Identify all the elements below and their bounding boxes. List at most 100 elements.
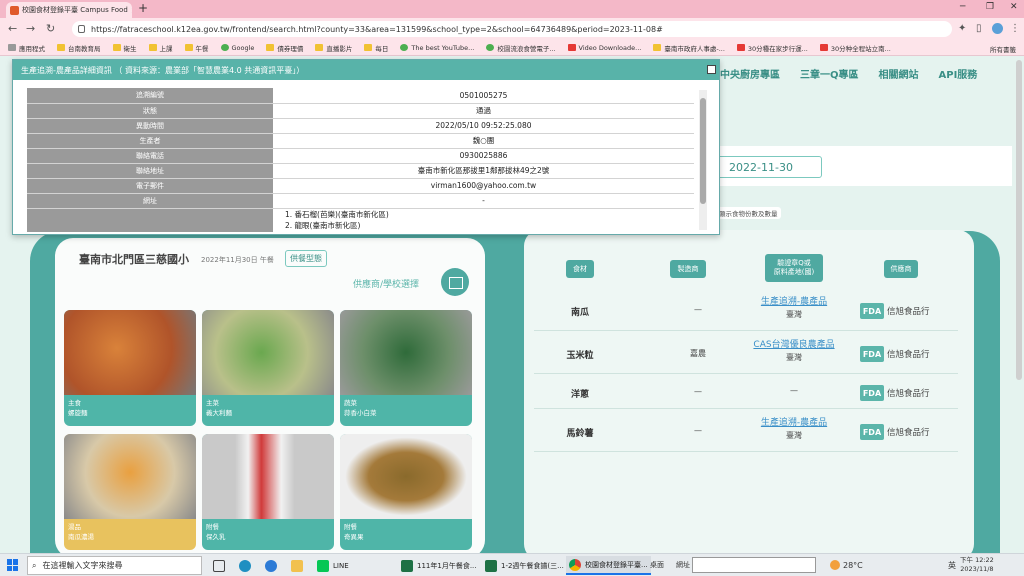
desktop-toolbar[interactable]: 桌面 (650, 560, 664, 570)
fda-badge[interactable]: FDA (860, 303, 884, 319)
portion-filter-select[interactable]: 顯示食物份數及數量 (716, 207, 781, 219)
maximize-icon[interactable]: ❐ (986, 2, 994, 12)
traceability-link[interactable]: 生產追溯-農產品 (744, 417, 844, 430)
ingredient-row: 南瓜 — 生產追溯-農產品 臺灣 FDA 信旭食品行 (534, 293, 958, 331)
address-bar: ← → ↻ https://fatraceschool.k12ea.gov.tw… (0, 18, 1024, 40)
bookmark-item[interactable]: 每日 (364, 43, 388, 53)
bookmark-item[interactable]: 校園流浪食營電子... (486, 43, 556, 53)
bookmark-item[interactable]: 上課 (148, 43, 173, 53)
new-tab-icon[interactable]: + (138, 1, 148, 15)
header-supplier: 供應商 (884, 260, 918, 278)
browser-tab-bar: 校園食材登錄平臺 Campus Food × + ─ ❐ ✕ (0, 0, 1024, 18)
bookmark-item[interactable]: 直播影片 (315, 43, 352, 53)
meal-type-button[interactable]: 供餐型態 (285, 250, 327, 267)
dish-card[interactable]: 主菜 義大利麵 (202, 310, 334, 426)
taskbar-app-excel-1[interactable]: 111年1月午餐食... (398, 556, 480, 575)
header-ingredient: 食材 (566, 260, 594, 278)
url-input[interactable]: https://fatraceschool.k12ea.gov.tw/front… (72, 21, 952, 37)
top-navigation: 學校中央廚房專區 三章一Q專區 相關網站 API服務 (700, 66, 977, 81)
dish-card[interactable]: 附餐 奇異果 (340, 434, 472, 550)
dish-card[interactable]: 附餐 保久乳 (202, 434, 334, 550)
dish-card[interactable]: 主食 螺旋麵 (64, 310, 196, 426)
bookmark-item[interactable]: 債券理債 (266, 43, 303, 53)
google-icon (220, 44, 229, 51)
bookmark-item[interactable]: 30分種在家步行運... (736, 43, 808, 53)
product-item: 2. 龍眼(臺南市新化區) (285, 220, 361, 230)
nav-api-service[interactable]: API服務 (939, 66, 978, 81)
folder-icon (315, 44, 324, 51)
ingredients-card: 食材 製造商 驗證章Q或 原料產地(國) 供應商 南瓜 — 生產追溯-農產品 臺灣… (524, 230, 974, 553)
dish-photo (340, 310, 472, 395)
nav-related-sites[interactable]: 相關網站 (879, 66, 919, 81)
dish-card[interactable]: 蔬菜 蒜香小白菜 (340, 310, 472, 426)
system-clock[interactable]: 下午 12:22 2023/11/8 (960, 556, 994, 574)
supplier-school-link[interactable]: 供應商/學校選擇 (353, 277, 419, 290)
bookmarks-bar: 應用程式 台南教育局 衛生 上課 午餐 Google 債券理債 直播影片 每日 … (0, 40, 1024, 56)
bookmark-item[interactable]: 應用程式 (8, 43, 45, 53)
excel-icon (485, 559, 497, 572)
bookmark-item[interactable]: The best YouTube... (400, 44, 474, 52)
taskbar-search-input[interactable]: ⌕ 在這裡輸入文字來搜尋 (27, 556, 202, 575)
modal-close-button[interactable] (707, 65, 716, 74)
detail-row: 1. 番石榴(芭樂)(臺南市新化區) 2. 龍眼(臺南市新化區) (27, 208, 694, 232)
traceability-link[interactable]: 生產追溯-農產品 (744, 296, 844, 309)
dish-photo (202, 310, 334, 395)
bookmark-item[interactable]: 午餐 (184, 43, 209, 53)
bookmark-item[interactable]: 台南教育局 (57, 43, 101, 53)
all-bookmarks-link[interactable]: 所有書籤 (990, 44, 1016, 54)
back-icon[interactable]: ← (8, 22, 17, 35)
forward-icon[interactable]: → (26, 22, 35, 35)
nav-three-seals[interactable]: 三章一Q專區 (800, 66, 859, 81)
minimize-icon[interactable]: ─ (960, 2, 965, 12)
dish-photo (64, 310, 196, 395)
header-certification: 驗證章Q或 原料產地(國) (765, 254, 823, 282)
fda-badge[interactable]: FDA (860, 346, 884, 362)
fda-badge[interactable]: FDA (860, 385, 884, 401)
header-manufacturer: 製造商 (670, 260, 706, 278)
site-icon (400, 44, 409, 51)
detail-row: 追溯編號 0501005275 (27, 88, 694, 104)
detail-row: 異動時間 2022/05/10 09:52:25.080 (27, 118, 694, 134)
bookmark-item[interactable]: 30分种全程站立南... (819, 43, 891, 53)
extensions-icon[interactable]: ✦ (958, 23, 966, 34)
ingredient-row: 馬鈴薯 — 生產追溯-農產品 臺灣 FDA 信旭食品行 (534, 414, 958, 452)
bookmark-item[interactable]: 臺南市政府人事處-... (653, 43, 725, 53)
store-icon[interactable] (441, 268, 469, 296)
reload-icon[interactable]: ↻ (46, 22, 55, 35)
ie-icon[interactable] (262, 556, 280, 575)
edge-icon[interactable] (236, 556, 254, 575)
bookmark-item[interactable]: Google (220, 44, 254, 52)
detail-row: 狀態 通過 (27, 103, 694, 119)
address-toolbar-input[interactable] (692, 557, 816, 573)
page-scrollbar[interactable] (1016, 60, 1022, 380)
dish-card[interactable]: 湯品 南瓜濃湯 (64, 434, 196, 550)
close-window-icon[interactable]: ✕ (1010, 2, 1018, 12)
profile-avatar[interactable] (992, 23, 1003, 34)
modal-scrollbar[interactable] (699, 90, 707, 230)
bookmark-item[interactable]: 衛生 (112, 43, 137, 53)
traceability-detail-modal: 生產追溯-農產品詳細資訊 （ 資料來源：農業部「智慧農業4.0 共通資訊平臺」）… (12, 59, 720, 235)
tab-close-icon[interactable]: × (131, 6, 132, 15)
weather-widget[interactable]: 28°C (830, 560, 863, 570)
windows-start-icon[interactable] (7, 559, 19, 571)
product-item: 1. 番石榴(芭樂)(臺南市新化區) (285, 209, 389, 219)
fda-badge[interactable]: FDA (860, 424, 884, 440)
taskbar-app-line[interactable]: LINE (314, 556, 352, 575)
menu-card: 臺南市北門區三慈國小 2022年11月30日 午餐 供餐型態 供應商/學校選擇 … (55, 238, 485, 553)
youtube-icon (736, 44, 745, 51)
file-explorer-icon[interactable] (288, 556, 306, 575)
cas-link[interactable]: CAS台灣優良農產品 (744, 339, 844, 352)
bookmark-item[interactable]: Video Downloade... (567, 44, 641, 52)
browser-tab[interactable]: 校園食材登錄平臺 Campus Food × (6, 2, 132, 18)
input-language[interactable]: 英 (948, 560, 956, 571)
task-view-icon[interactable] (210, 556, 228, 575)
reading-list-icon[interactable]: ▯ (976, 23, 982, 34)
detail-row: 聯絡地址 臺南市新化區那拔里1鄰那拔林49之2號 (27, 163, 694, 179)
youtube-icon (819, 44, 828, 51)
taskbar-app-chrome[interactable]: 校園食材登錄平臺... (566, 556, 651, 575)
site-icon (653, 44, 662, 51)
taskbar-app-excel-2[interactable]: 1-2週午餐食譜(三... (482, 556, 567, 575)
detail-row: 生產者 魏○團 (27, 133, 694, 149)
folder-icon (148, 44, 157, 51)
menu-icon[interactable]: ⋮ (1010, 23, 1020, 34)
